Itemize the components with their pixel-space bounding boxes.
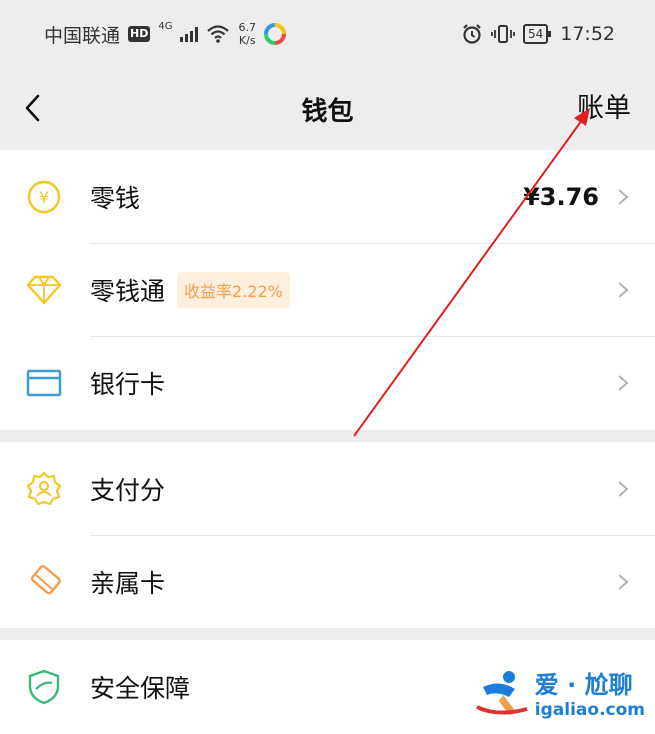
chevron-right-icon [618, 375, 629, 391]
balance-value: ¥3.76 [523, 182, 599, 211]
page-title: 钱包 [301, 96, 354, 127]
shield-icon [26, 669, 62, 705]
chevron-right-icon [618, 574, 629, 590]
alarm-icon [463, 24, 481, 44]
net-speed-value: 6.7 [238, 21, 256, 34]
battery-icon: 54 [522, 24, 552, 44]
carrier-name: 中国联通 [44, 24, 121, 47]
list-item-bank-card[interactable]: 银行卡 [0, 336, 655, 429]
status-bar: 中国联通 HD 4G 6.7 K/s 54 17:52 [0, 0, 655, 68]
net-speed: 6.7 K/s [238, 21, 256, 47]
app-notification-icon [263, 23, 286, 45]
coin-icon: ¥ [26, 179, 62, 215]
bill-link[interactable]: 账单 [577, 86, 631, 125]
chevron-right-icon [618, 189, 629, 205]
battery-level: 54 [527, 27, 544, 41]
watermark-text: 爱 · 尬聊 igaliao.com [535, 665, 645, 720]
wallet-group-1: ¥ 零钱 ¥3.76 零钱通 收益率2.22% 银行卡 [0, 150, 655, 430]
list-item-licaitong[interactable]: 零钱通 收益率2.22% [0, 243, 655, 336]
watermark: 爱 · 尬聊 igaliao.com [473, 665, 645, 720]
back-arrow-icon[interactable] [20, 88, 50, 128]
net-speed-unit: K/s [238, 34, 256, 47]
card-icon [26, 365, 62, 401]
diamond-icon [26, 272, 62, 308]
watermark-brand: 爱 · 尬聊 [534, 671, 633, 699]
clock: 17:52 [560, 23, 615, 45]
watermark-url: igaliao.com [534, 700, 645, 720]
yield-badge: 收益率2.22% [177, 271, 290, 308]
wallet-group-2: 支付分 亲属卡 [0, 442, 655, 628]
badge-icon [26, 471, 62, 507]
list-item-label: 零钱通 [90, 276, 166, 306]
chevron-right-icon [618, 481, 629, 497]
list-item-family-card[interactable]: 亲属卡 [0, 535, 655, 628]
list-item-label: 支付分 [90, 475, 166, 505]
svg-text:¥: ¥ [39, 188, 49, 207]
list-item-label: 亲属卡 [90, 568, 166, 598]
network-type: 4G [158, 20, 173, 32]
vibrate-icon [491, 25, 515, 43]
signal-icon [180, 26, 199, 42]
list-item-label: 银行卡 [90, 369, 166, 399]
list-item-label: 安全保障 [90, 673, 191, 703]
watermark-logo-icon [475, 670, 528, 715]
status-right: 54 17:52 [461, 23, 615, 45]
hd-badge: HD [128, 26, 151, 42]
nav-bar: 钱包 账单 [0, 68, 655, 150]
chevron-right-icon [618, 282, 629, 298]
status-left: 中国联通 HD 4G 6.7 K/s [44, 21, 286, 48]
list-item-credit-score[interactable]: 支付分 [0, 442, 655, 535]
list-item-label: 零钱 [90, 183, 141, 213]
list-item-change[interactable]: ¥ 零钱 ¥3.76 [0, 150, 655, 243]
family-card-icon [26, 564, 62, 600]
wifi-icon [207, 25, 230, 43]
